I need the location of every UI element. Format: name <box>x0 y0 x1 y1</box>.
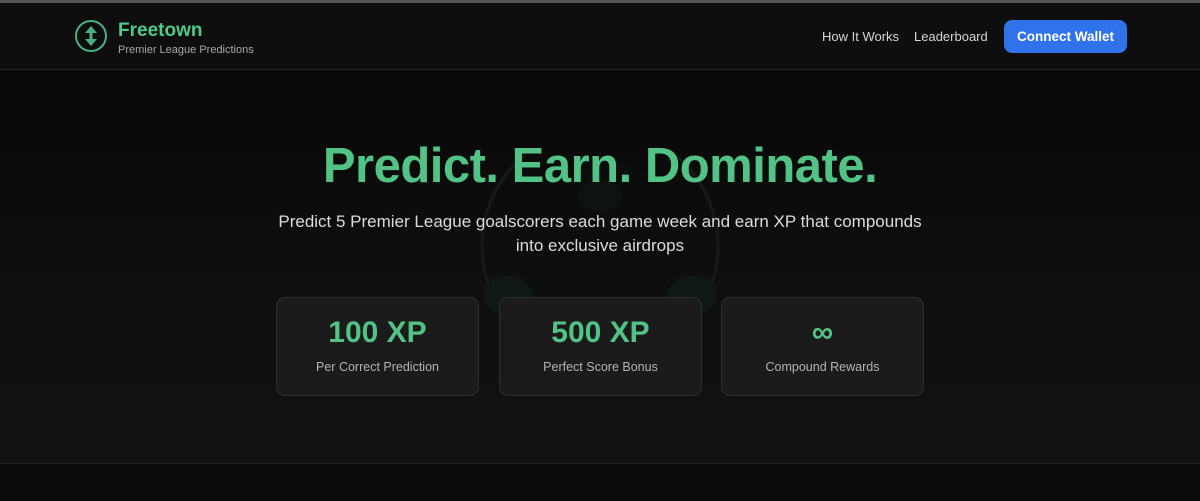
stat-label: Per Correct Prediction <box>316 360 439 374</box>
brand-tagline: Premier League Predictions <box>118 44 254 56</box>
stat-value: 500 XP <box>551 316 650 349</box>
stat-label: Compound Rewards <box>765 360 880 374</box>
stat-card-perfect-score: 500 XP Perfect Score Bonus <box>499 297 702 396</box>
next-section-edge <box>0 465 1200 501</box>
stat-card-compound-rewards: ∞ Compound Rewards <box>721 297 924 396</box>
nav-link-how-it-works[interactable]: How It Works <box>822 29 899 44</box>
nav-link-leaderboard[interactable]: Leaderboard <box>914 29 988 44</box>
brand-name[interactable]: Freetown <box>118 20 202 42</box>
stat-label: Perfect Score Bonus <box>543 360 658 374</box>
hero-headline: Predict. Earn. Dominate. <box>322 139 878 193</box>
infinity-icon: ∞ <box>811 316 834 349</box>
stat-value: 100 XP <box>328 316 427 349</box>
top-navbar: Freetown Premier League Predictions How … <box>0 3 1200 70</box>
hero-section <box>0 71 1200 464</box>
hero-subtitle: Predict 5 Premier League goalscorers eac… <box>278 212 922 255</box>
connect-wallet-button[interactable]: Connect Wallet <box>1004 20 1127 53</box>
stat-card-correct-prediction: 100 XP Per Correct Prediction <box>276 297 479 396</box>
up-down-arrows-icon[interactable] <box>75 20 107 52</box>
